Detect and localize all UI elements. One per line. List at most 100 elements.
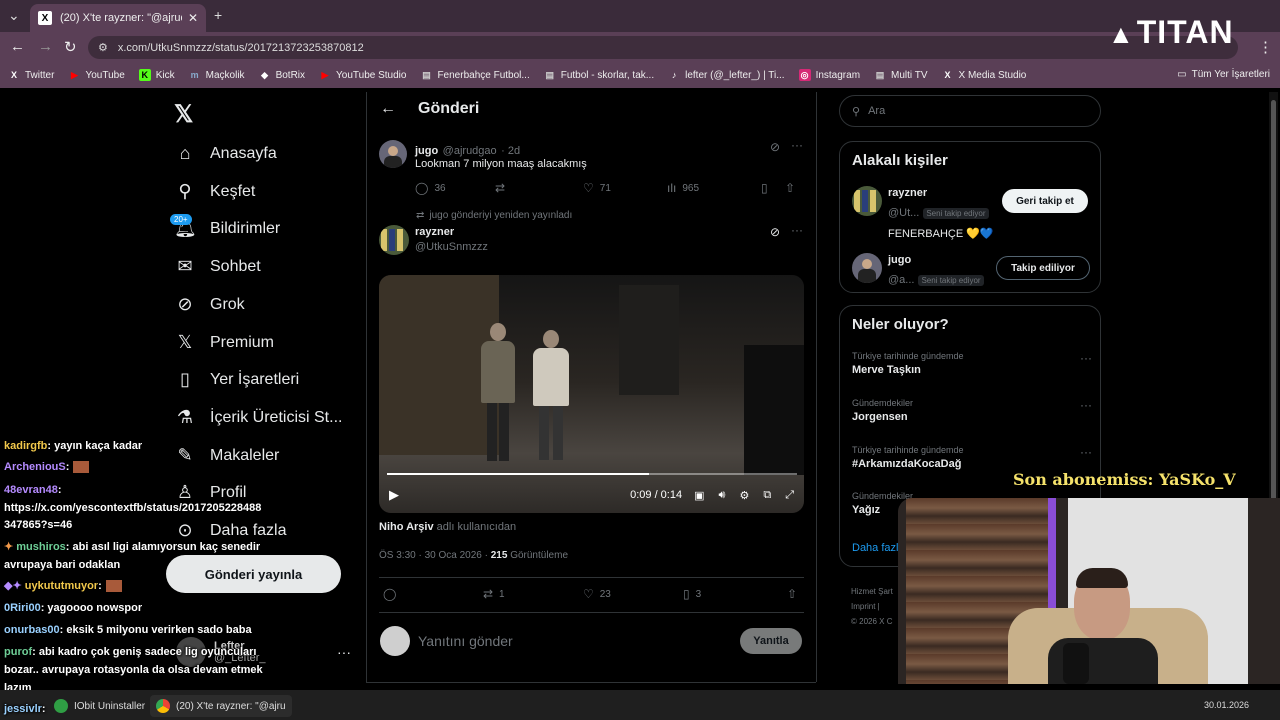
- nav-home[interactable]: ⌂ Anasayfa: [174, 143, 277, 164]
- bookmark-button[interactable]: ▯: [761, 181, 785, 195]
- nav-profile[interactable]: ♙ Profil: [174, 482, 247, 503]
- nav-premium[interactable]: 𝕏 Premium: [174, 332, 274, 353]
- site-info-icon[interactable]: ⚙: [98, 41, 108, 54]
- person-name[interactable]: rayzner: [888, 187, 994, 199]
- author-name[interactable]: rayzner: [415, 226, 488, 238]
- share-button[interactable]: ⇧: [785, 181, 801, 195]
- tweet-time[interactable]: · 2d: [501, 145, 520, 157]
- scrollbar-thumb[interactable]: [1271, 100, 1276, 560]
- back-arrow-icon[interactable]: ←: [380, 100, 396, 118]
- nav-creator-studio[interactable]: ⚗ İçerik Üreticisi St...: [174, 407, 343, 428]
- nav-explore[interactable]: ⚲ Keşfet: [174, 181, 255, 202]
- trend-item[interactable]: Gündemdekiler Jorgensen ···: [852, 398, 1092, 423]
- menu-icon[interactable]: ⋮: [1258, 38, 1273, 56]
- x-logo-icon[interactable]: 𝕏: [174, 100, 193, 129]
- bookmark-youtube[interactable]: ▶ YouTube: [68, 69, 125, 81]
- timestamp[interactable]: ÖS 3:30 · 30 Oca 2026 ·: [379, 550, 488, 561]
- avatar[interactable]: [852, 186, 882, 216]
- bookmark-media-studio[interactable]: XX Media Studio: [942, 69, 1027, 81]
- taskbar-chrome[interactable]: (20) X'te rayzner: "@ajru: [150, 695, 292, 717]
- captions-icon[interactable]: ▣: [694, 489, 704, 502]
- like-button[interactable]: ♡ 23: [583, 587, 683, 601]
- reply-button[interactable]: ◯ 36: [415, 181, 495, 195]
- settings-icon[interactable]: ⚙: [739, 489, 749, 502]
- like-button[interactable]: ♡ 71: [583, 181, 667, 195]
- more-icon[interactable]: ···: [1080, 398, 1092, 412]
- nav-articles[interactable]: ✎ Makaleler: [174, 445, 279, 466]
- show-more-link[interactable]: Daha fazl: [852, 542, 898, 554]
- fullscreen-icon[interactable]: ⤢: [785, 489, 794, 502]
- video-progress[interactable]: [387, 473, 797, 475]
- author-handle[interactable]: @UtkuSnmzzz: [415, 241, 488, 253]
- repost-button[interactable]: ⇄ 1: [483, 587, 583, 601]
- search-input[interactable]: ⚲ Ara: [839, 95, 1101, 127]
- bookmark-button[interactable]: ▯ 3: [683, 587, 787, 601]
- pip-icon[interactable]: ⧉: [763, 489, 771, 502]
- bookmark-twitter[interactable]: X Twitter: [8, 69, 54, 81]
- following-button[interactable]: Takip ediliyor: [996, 256, 1090, 280]
- share-button[interactable]: ⇧: [787, 587, 803, 601]
- trend-item[interactable]: Türkiye tarihinde gündemde #ArkamızdaKoc…: [852, 445, 1092, 470]
- nav-messages[interactable]: ✉ Sohbet: [174, 256, 260, 277]
- video-time: 0:09 / 0:14: [630, 489, 683, 501]
- avatar[interactable]: [379, 140, 407, 168]
- url-field[interactable]: ⚙ x.com/UtkuSnmzzz/status/20172137232538…: [88, 36, 1238, 59]
- all-bookmarks[interactable]: ▭ Tüm Yer İşaretleri: [1177, 69, 1270, 80]
- forward-icon[interactable]: →: [38, 38, 53, 55]
- play-icon[interactable]: ▶: [389, 487, 399, 503]
- reload-icon[interactable]: ↻: [64, 38, 77, 56]
- reply-input[interactable]: Yanıtını gönder: [418, 633, 513, 649]
- source-name[interactable]: Niho Arşiv: [379, 521, 434, 533]
- bookmark-kick[interactable]: K Kick: [138, 69, 175, 81]
- bookmark-fenerbahce[interactable]: ▤ Fenerbahçe Futbol...: [420, 69, 530, 81]
- more-icon[interactable]: ···: [1080, 445, 1092, 459]
- bookmark-futbol[interactable]: ▤ Futbol - skorlar, tak...: [544, 69, 654, 81]
- avatar[interactable]: [379, 225, 409, 255]
- chat-message: ✦ mushiros: abi asıl ligi alamıyorsun ka…: [4, 541, 261, 553]
- relevant-people-panel: Alakalı kişiler rayzner @Ut... Seni takip…: [839, 141, 1101, 293]
- taskbar-iobit[interactable]: IObit Uninstaller: [48, 695, 151, 717]
- back-icon[interactable]: ←: [10, 38, 25, 55]
- instagram-icon: ◎: [798, 69, 811, 81]
- share-icon: ⇧: [786, 587, 797, 601]
- nav-more[interactable]: ⊙ Daha fazla: [174, 520, 286, 541]
- more-icon[interactable]: ···: [337, 644, 351, 660]
- grok-icon[interactable]: ⊘: [770, 225, 780, 239]
- avatar[interactable]: [852, 253, 882, 283]
- person-info: rayzner @Ut... Seni takip ediyor FENERBAH…: [888, 187, 994, 240]
- bookmark-instagram[interactable]: ◎ Instagram: [798, 69, 860, 81]
- divider: [366, 682, 816, 683]
- reply-submit-button[interactable]: Yanıtla: [740, 628, 802, 654]
- volume-icon[interactable]: 🔊︎: [719, 489, 726, 502]
- nav-bookmarks[interactable]: ▯ Yer İşaretleri: [174, 369, 299, 390]
- author-name[interactable]: jugo: [415, 145, 438, 157]
- bookmark-youtube-studio[interactable]: ▶ YouTube Studio: [319, 69, 407, 81]
- trend-item[interactable]: Türkiye tarihinde gündemde Merve Taşkın …: [852, 351, 1092, 376]
- share-icon: ⇧: [785, 181, 796, 195]
- author-handle[interactable]: @ajrudgao: [443, 145, 497, 157]
- new-tab-icon[interactable]: +: [214, 7, 222, 23]
- views-button[interactable]: ılı 965: [667, 181, 761, 195]
- repost-button[interactable]: ⇄: [495, 181, 583, 195]
- grok-icon[interactable]: ⊘: [770, 140, 780, 154]
- webcam-feed: [898, 498, 1280, 684]
- person-name[interactable]: jugo: [888, 254, 984, 266]
- post-button[interactable]: Gönderi yayınla: [166, 555, 341, 593]
- more-icon[interactable]: ···: [1080, 351, 1092, 365]
- tab-list-icon[interactable]: ⌄: [8, 7, 20, 24]
- page-icon: ▤: [545, 69, 554, 80]
- video-player[interactable]: ▶ 0:09 / 0:14 ▣ 🔊︎ ⚙ ⧉ ⤢: [379, 275, 804, 513]
- more-icon[interactable]: ···: [791, 223, 803, 237]
- close-tab-icon[interactable]: ✕: [188, 11, 198, 25]
- panel-title: Alakalı kişiler: [852, 152, 948, 169]
- bookmark-tiktok[interactable]: ♪ lefter (@_lefter_) | Ti...: [668, 69, 785, 81]
- tab-active[interactable]: X (20) X'te rayzner: "@ajrudgao l ✕: [30, 4, 206, 32]
- more-icon[interactable]: ···: [791, 138, 803, 152]
- bookmark-botrix[interactable]: ◆ BotRix: [259, 69, 305, 81]
- reply-button[interactable]: ◯: [383, 587, 483, 601]
- bookmark-multitv[interactable]: ▤ Multi TV: [874, 69, 928, 81]
- video-figure: [479, 323, 517, 463]
- bookmark-mackolik[interactable]: m Maçkolik: [189, 69, 245, 81]
- nav-grok[interactable]: ⊘ Grok: [174, 294, 244, 315]
- follow-back-button[interactable]: Geri takip et: [1002, 189, 1088, 213]
